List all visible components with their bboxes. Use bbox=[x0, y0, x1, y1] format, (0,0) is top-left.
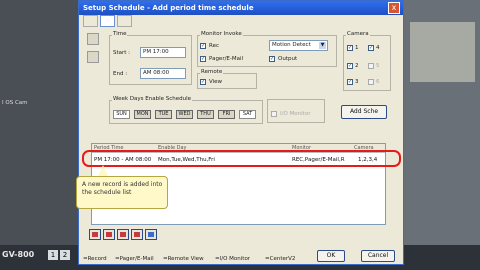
calendar-icon[interactable] bbox=[87, 33, 99, 45]
week-days-label: Week Days Enable Schedule bbox=[112, 96, 193, 102]
camera-group-label: Camera bbox=[346, 31, 370, 37]
callout-pointer bbox=[98, 165, 108, 176]
output-checkbox[interactable]: ✓ bbox=[269, 56, 275, 62]
day-thu-button[interactable]: THU bbox=[197, 110, 214, 119]
page-button-1[interactable]: 1 bbox=[48, 250, 58, 260]
io-monitor-checkbox[interactable] bbox=[271, 111, 277, 117]
cancel-button[interactable]: Cancel bbox=[361, 250, 395, 262]
time-group-label: Time bbox=[112, 31, 128, 37]
main-app-left-panel: I OS Cam bbox=[0, 0, 78, 270]
camera-4-checkbox[interactable]: ✓ bbox=[368, 45, 374, 51]
day-wed-button[interactable]: WED bbox=[176, 110, 193, 119]
sidebar-text: I OS Cam bbox=[2, 100, 28, 106]
legend-center: =CenterV2 bbox=[265, 256, 296, 262]
title-bar: Setup Schedule - Add period time schedul… bbox=[79, 1, 403, 15]
setup-schedule-dialog: Setup Schedule - Add period time schedul… bbox=[78, 0, 404, 265]
legend-remote-view: =Remote View bbox=[163, 256, 204, 262]
output-label: Output bbox=[278, 56, 298, 62]
remote-view-label: View bbox=[209, 79, 223, 85]
end-label: End : bbox=[113, 71, 128, 77]
pager-email-label: Pager/E-Mail bbox=[209, 56, 244, 62]
remote-icon-button[interactable] bbox=[117, 229, 129, 240]
camera-3-label: 3 bbox=[355, 79, 359, 85]
rec-mode-select[interactable]: Motion Detect ▼ bbox=[269, 40, 328, 51]
pager-icon-button[interactable] bbox=[103, 229, 115, 240]
day-sat-button[interactable]: SAT bbox=[239, 110, 256, 119]
camera-4-label: 4 bbox=[376, 45, 380, 51]
camera-2-label: 2 bbox=[355, 63, 359, 69]
camera-5-label: 5 bbox=[376, 63, 380, 69]
tab-tools[interactable] bbox=[83, 15, 98, 27]
legend-pager: =Pager/E-Mail bbox=[115, 256, 154, 262]
legend-record: =Record bbox=[83, 256, 107, 262]
camera-5-checkbox[interactable] bbox=[368, 63, 374, 69]
close-button[interactable]: x bbox=[388, 2, 400, 14]
remote-group-label: Remote bbox=[200, 69, 224, 75]
remote-view-checkbox[interactable]: ✓ bbox=[200, 79, 206, 85]
camera-3-checkbox[interactable]: ✓ bbox=[347, 79, 353, 85]
remote-group bbox=[197, 73, 257, 89]
schedule-icon[interactable] bbox=[87, 51, 99, 63]
legend-io-monitor: =I/O Monitor bbox=[215, 256, 251, 262]
end-time-input[interactable]: AM 08:00 bbox=[140, 68, 186, 79]
add-schedule-button[interactable]: Add Sche bbox=[341, 105, 387, 119]
camera-6-checkbox[interactable] bbox=[368, 79, 374, 85]
camera-2-checkbox[interactable]: ✓ bbox=[347, 63, 353, 69]
tab-schedule[interactable] bbox=[100, 15, 115, 27]
rec-checkbox[interactable]: ✓ bbox=[200, 43, 206, 49]
camera-1-label: 1 bbox=[355, 45, 359, 51]
day-tue-button[interactable]: TUE bbox=[155, 110, 172, 119]
io-icon-button[interactable] bbox=[131, 229, 143, 240]
start-time-input[interactable]: PM 17:00 bbox=[140, 47, 186, 58]
monitor-invoke-label: Monitor Invoke bbox=[200, 31, 243, 37]
camera-6-label: 6 bbox=[376, 79, 380, 85]
highlight-box bbox=[82, 150, 401, 167]
center-icon-button[interactable] bbox=[145, 229, 157, 240]
dialog-title: Setup Schedule - Add period time schedul… bbox=[83, 4, 254, 12]
ok-button[interactable]: OK bbox=[317, 250, 345, 262]
tab-settings[interactable] bbox=[117, 15, 132, 27]
day-mon-button[interactable]: MON bbox=[134, 110, 151, 119]
rec-mode-value: Motion Detect bbox=[272, 42, 311, 48]
start-label: Start : bbox=[113, 50, 131, 56]
io-monitor-label: I/O Monitor bbox=[280, 111, 311, 117]
record-icon-button[interactable] bbox=[89, 229, 101, 240]
chevron-down-icon: ▼ bbox=[319, 42, 326, 49]
camera-view bbox=[410, 22, 475, 82]
day-sun-button[interactable]: SUN bbox=[113, 110, 130, 119]
rec-label: Rec bbox=[209, 43, 219, 49]
page-button-2[interactable]: 2 bbox=[60, 250, 70, 260]
callout-text: A new record is added into the schedule … bbox=[82, 181, 163, 196]
camera-1-checkbox[interactable]: ✓ bbox=[347, 45, 353, 51]
pager-email-checkbox[interactable]: ✓ bbox=[200, 56, 206, 62]
brand-logo: GV-800 bbox=[2, 250, 35, 259]
day-fri-button[interactable]: FRI bbox=[218, 110, 235, 119]
